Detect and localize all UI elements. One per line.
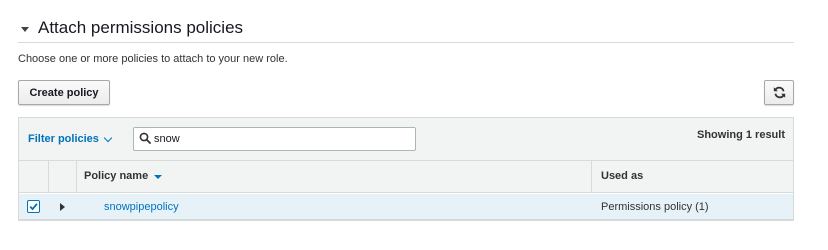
table-toolbar: Filter policies Showing 1 result bbox=[19, 118, 793, 161]
refresh-icon bbox=[773, 86, 785, 99]
column-header-label: Policy name bbox=[84, 170, 149, 182]
sort-descending-icon bbox=[154, 174, 163, 179]
filter-policies-dropdown[interactable]: Filter policies bbox=[28, 133, 113, 145]
create-policy-button[interactable]: Create policy bbox=[18, 80, 110, 105]
expand-row-icon[interactable] bbox=[60, 203, 65, 211]
policies-table: Filter policies Showing 1 result Policy … bbox=[18, 117, 794, 221]
column-divider bbox=[48, 161, 49, 192]
used-as-value: Permissions policy (1) bbox=[601, 201, 709, 213]
column-divider bbox=[591, 161, 592, 192]
section-title: Attach permissions policies bbox=[38, 18, 244, 37]
table-header-row: Policy name Used as bbox=[19, 161, 793, 193]
column-header-policy-name[interactable]: Policy name bbox=[84, 170, 163, 182]
chevron-down-icon bbox=[103, 133, 113, 142]
filter-policies-label: Filter policies bbox=[28, 133, 99, 145]
create-policy-label: Create policy bbox=[29, 86, 99, 99]
checkmark-icon bbox=[29, 203, 38, 211]
search-input[interactable] bbox=[154, 130, 409, 148]
collapse-caret-icon[interactable] bbox=[21, 26, 29, 32]
refresh-button[interactable] bbox=[764, 80, 794, 105]
section-header[interactable]: Attach permissions policies bbox=[18, 14, 794, 43]
search-box[interactable] bbox=[133, 127, 416, 151]
result-count: Showing 1 result bbox=[696, 129, 785, 141]
row-checkbox[interactable] bbox=[27, 200, 40, 213]
column-header-used-as[interactable]: Used as bbox=[601, 170, 643, 182]
policy-name-link[interactable]: snowpipepolicy bbox=[104, 201, 179, 213]
column-divider bbox=[76, 161, 77, 192]
search-icon bbox=[139, 132, 151, 144]
column-header-label: Used as bbox=[601, 170, 644, 182]
section-description: Choose one or more policies to attach to… bbox=[18, 53, 288, 65]
table-row[interactable]: snowpipepolicy Permissions policy (1) bbox=[19, 194, 793, 220]
